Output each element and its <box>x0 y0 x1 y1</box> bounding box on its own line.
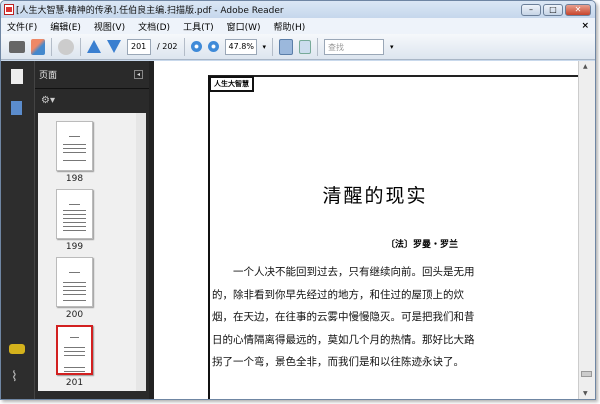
close-document-button[interactable]: × <box>581 21 589 31</box>
article-body: 一个人决不能回到过去，只有继续向前。回头是无用 的，除非看到你早先经过的地方，和… <box>212 261 508 374</box>
menu-tools[interactable]: 工具(T) <box>183 20 214 33</box>
page-number-input[interactable]: 201 <box>127 38 151 55</box>
thumbnail-list: 198 199 200 201 <box>38 113 146 391</box>
page-header: 人生大智慧 <box>209 76 254 92</box>
pdf-page: 人生大智慧 清醒的现实 〔法〕罗曼・罗兰 一个人决不能回到过去，只有继续向前。回… <box>208 75 578 399</box>
collaborate-icon[interactable] <box>58 38 74 55</box>
thumbnail-198[interactable] <box>56 121 93 171</box>
share-icon[interactable] <box>31 38 45 55</box>
menu-document[interactable]: 文档(D) <box>138 20 170 33</box>
zoom-dropdown-icon[interactable]: ▾ <box>263 43 267 51</box>
close-button[interactable]: ✕ <box>565 3 591 16</box>
separator <box>80 37 81 56</box>
fit-width-icon[interactable] <box>299 39 312 54</box>
print-icon[interactable] <box>9 40 25 53</box>
thumbnail-label: 200 <box>65 310 84 320</box>
fit-page-icon[interactable] <box>279 38 294 55</box>
menu-window[interactable]: 窗口(W) <box>227 20 261 33</box>
page-total: / 202 <box>157 42 178 51</box>
separator <box>51 37 52 56</box>
thumbnail-201-selected[interactable] <box>56 325 93 375</box>
text-line: 烟，在天边，在往事的云雾中慢慢隐灭。可是把我们和昔 <box>212 311 475 323</box>
separator <box>317 37 319 56</box>
separator <box>272 37 274 56</box>
search-input[interactable]: 查找 <box>324 38 385 55</box>
text-line: 一个人决不能回到过去，只有继续向前。回头是无用 <box>233 266 475 278</box>
title-bar: [人生大智慧-精神的传承].任伯良主编.扫描版.pdf - Adobe Read… <box>1 1 595 18</box>
menu-edit[interactable]: 编辑(E) <box>50 20 81 33</box>
menu-file[interactable]: 文件(F) <box>7 20 37 33</box>
pages-icon[interactable] <box>11 69 23 84</box>
zoom-in-icon[interactable] <box>207 41 219 52</box>
menu-bar: 文件(F) 编辑(E) 视图(V) 文档(D) 工具(T) 窗口(W) 帮助(H… <box>1 18 595 34</box>
scroll-up-icon[interactable]: ▲ <box>583 63 588 70</box>
search-dropdown-icon[interactable]: ▾ <box>390 43 394 51</box>
thumbnail-scrollbar[interactable] <box>136 113 146 391</box>
navigation-rail: ⌇ <box>1 61 34 399</box>
separator <box>183 37 185 56</box>
zoom-input[interactable]: 47.8% <box>224 38 257 55</box>
thumbnail-label: 199 <box>65 242 84 252</box>
previous-page-icon[interactable] <box>87 40 101 53</box>
pdf-icon <box>4 4 14 15</box>
next-page-icon[interactable] <box>107 40 121 53</box>
comments-icon[interactable] <box>9 344 25 354</box>
options-gear-icon[interactable]: ⚙▾ <box>41 95 55 106</box>
menu-help[interactable]: 帮助(H) <box>274 20 306 33</box>
article-title: 清醒的现实 <box>322 185 428 207</box>
pages-panel: 页面 ◂ ⚙▾ 198 199 200 201 <box>34 61 149 399</box>
scroll-thumb[interactable] <box>581 371 592 377</box>
menu-view[interactable]: 视图(V) <box>94 20 125 33</box>
adobe-reader-window: [人生大智慧-精神的传承].任伯良主编.扫描版.pdf - Adobe Read… <box>0 0 596 400</box>
text-line: 日的心情隔离得最远的，莫如几个月的热情。那好比大路 <box>212 333 475 346</box>
document-scrollbar[interactable]: ▲ ▼ <box>578 61 595 399</box>
panel-title: 页面 <box>39 71 58 81</box>
text-line: 的，除非看到你早先经过的地方，和住过的屋顶上的炊 <box>212 288 464 301</box>
zoom-out-icon[interactable] <box>190 41 202 52</box>
toolbar: 201 / 202 47.8% ▾ 查找 ▾ <box>1 34 595 60</box>
thumbnail-label: 198 <box>65 174 84 184</box>
thumbnail-label: 201 <box>65 378 84 388</box>
document-view: 人生大智慧 清醒的现实 〔法〕罗曼・罗兰 一个人决不能回到过去，只有继续向前。回… <box>154 61 595 399</box>
window-title: [人生大智慧-精神的传承].任伯良主编.扫描版.pdf - Adobe Read… <box>16 6 284 16</box>
text-line: 拐了一个弯，景色全非，而我们是和以往陈迹永诀了。 <box>212 356 464 368</box>
thumbnail-200[interactable] <box>56 257 93 307</box>
scroll-down-icon[interactable]: ▼ <box>583 390 588 397</box>
article-author: 〔法〕罗曼・罗兰 <box>386 240 459 250</box>
thumbnail-199[interactable] <box>56 189 93 239</box>
attachments-icon[interactable]: ⌇ <box>11 369 18 385</box>
bookmarks-icon[interactable] <box>11 101 22 115</box>
minimize-button[interactable]: – <box>521 3 541 16</box>
maximize-button[interactable]: □ <box>543 3 563 16</box>
collapse-panel-button[interactable]: ◂ <box>134 70 143 79</box>
